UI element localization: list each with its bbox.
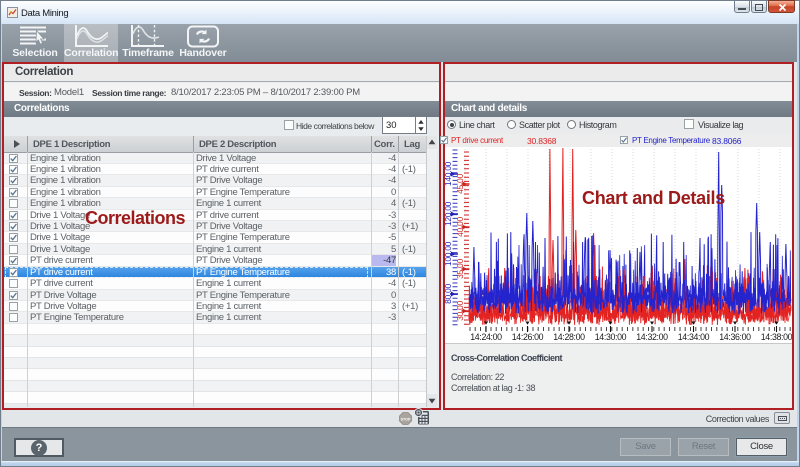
svg-text:14:28:00: 14:28:00 (553, 332, 585, 342)
svg-text:45.00: 45.00 (455, 174, 465, 194)
svg-text:14:24:00: 14:24:00 (470, 332, 502, 342)
svg-text:14:38:00: 14:38:00 (761, 332, 792, 342)
svg-text:14:34:00: 14:34:00 (678, 332, 710, 342)
svg-text:STOP: STOP (401, 418, 411, 422)
svg-text:14:32:00: 14:32:00 (636, 332, 668, 342)
svg-text:30.00: 30.00 (455, 301, 465, 321)
svg-text:40.00: 40.00 (455, 217, 465, 237)
svg-text:14:36:00: 14:36:00 (719, 332, 751, 342)
svg-text:80.00: 80.00 (445, 284, 453, 304)
svg-text:100.00: 100.00 (445, 241, 453, 266)
svg-text:35.00: 35.00 (455, 259, 465, 279)
svg-text:14:30:00: 14:30:00 (595, 332, 627, 342)
svg-text:140.00: 140.00 (445, 161, 453, 186)
svg-text:14:26:00: 14:26:00 (512, 332, 544, 342)
svg-text:120.00: 120.00 (445, 201, 453, 226)
